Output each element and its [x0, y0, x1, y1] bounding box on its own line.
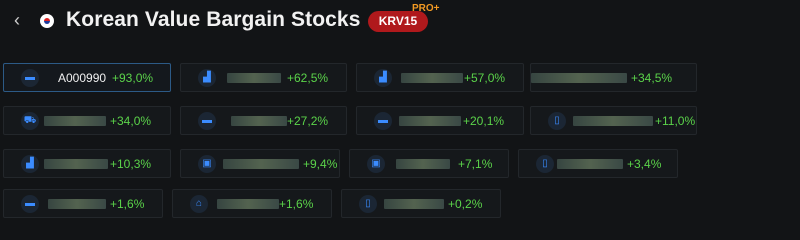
korea-flag-icon: [40, 14, 54, 28]
stock-change: +11,0%: [655, 114, 696, 128]
monitor-icon: ▬: [198, 112, 216, 130]
header: ‹ Korean Value Bargain Stocks KRV15 PRO+: [0, 0, 800, 44]
stock-card[interactable]: ▬ +1,6%: [3, 189, 163, 218]
stock-code: A000990: [58, 71, 107, 85]
stock-card[interactable]: ▬ +27,2%: [180, 106, 347, 135]
stock-card[interactable]: ▯ +3,4%: [518, 149, 678, 178]
stock-name-redacted: [401, 73, 463, 83]
stock-change: +0,2%: [448, 197, 483, 211]
stock-card[interactable]: ▯ +0,2%: [341, 189, 501, 218]
stock-card[interactable]: ⛟ +34,0%: [3, 106, 171, 135]
stock-change: +7,1%: [458, 157, 493, 171]
stock-name-redacted: [399, 116, 461, 126]
stock-card[interactable]: ▣ +7,1%: [349, 149, 509, 178]
stock-name-redacted: [231, 116, 287, 126]
stock-change: +9,4%: [303, 157, 338, 171]
phone-icon: ▯: [536, 155, 554, 173]
stock-change: +34,5%: [631, 71, 673, 85]
stock-name-redacted: [48, 199, 106, 209]
monitor-icon: ▬: [21, 69, 39, 87]
phone-icon: ▯: [548, 112, 566, 130]
stock-change: +1,6%: [279, 197, 314, 211]
bag-icon: ▣: [367, 155, 385, 173]
cart-icon: ⛟: [21, 112, 39, 130]
stock-card[interactable]: ▟ +62,5%: [180, 63, 347, 92]
monitor-icon: ▬: [21, 195, 39, 213]
stock-name-redacted: [44, 159, 108, 169]
factory-icon: ▟: [374, 69, 392, 87]
pro-tag: PRO+: [412, 3, 440, 14]
stock-change: +20,1%: [463, 114, 505, 128]
stock-change: +1,6%: [110, 197, 145, 211]
stock-name-redacted: [227, 73, 281, 83]
stock-change: +93,0%: [112, 71, 154, 85]
factory-icon: ▟: [198, 69, 216, 87]
stock-name-redacted: [396, 159, 450, 169]
page-title: Korean Value Bargain Stocks: [66, 8, 361, 31]
stock-change: +62,5%: [287, 71, 329, 85]
stock-card[interactable]: +34,5%: [530, 63, 697, 92]
stock-card[interactable]: ▟ +57,0%: [356, 63, 524, 92]
stock-card[interactable]: ▣ +9,4%: [180, 149, 340, 178]
stock-change: +27,2%: [287, 114, 329, 128]
bank-icon: ⌂: [190, 195, 208, 213]
stock-name-redacted: [223, 159, 299, 169]
stock-change: +3,4%: [627, 157, 662, 171]
stock-card[interactable]: ▬ A000990 +93,0%: [3, 63, 171, 92]
stock-name-redacted: [557, 159, 623, 169]
stock-name-redacted: [384, 199, 444, 209]
stock-card[interactable]: ▟ +10,3%: [3, 149, 171, 178]
stock-name-redacted: [573, 116, 653, 126]
bag-icon: ▣: [198, 155, 216, 173]
stock-change: +10,3%: [110, 157, 152, 171]
stock-name-redacted: [217, 199, 279, 209]
monitor-icon: ▬: [374, 112, 392, 130]
index-badge[interactable]: KRV15: [368, 11, 428, 32]
stock-card[interactable]: ⌂ +1,6%: [172, 189, 332, 218]
chevron-left-icon[interactable]: ‹: [9, 10, 25, 30]
stock-change: +34,0%: [110, 114, 152, 128]
factory-icon: ▟: [21, 155, 39, 173]
stock-name-redacted: [531, 73, 627, 83]
phone-icon: ▯: [359, 195, 377, 213]
stock-card[interactable]: ▯ +11,0%: [530, 106, 697, 135]
stock-change: +57,0%: [464, 71, 506, 85]
stock-name-redacted: [44, 116, 106, 126]
stock-card[interactable]: ▬ +20,1%: [356, 106, 524, 135]
